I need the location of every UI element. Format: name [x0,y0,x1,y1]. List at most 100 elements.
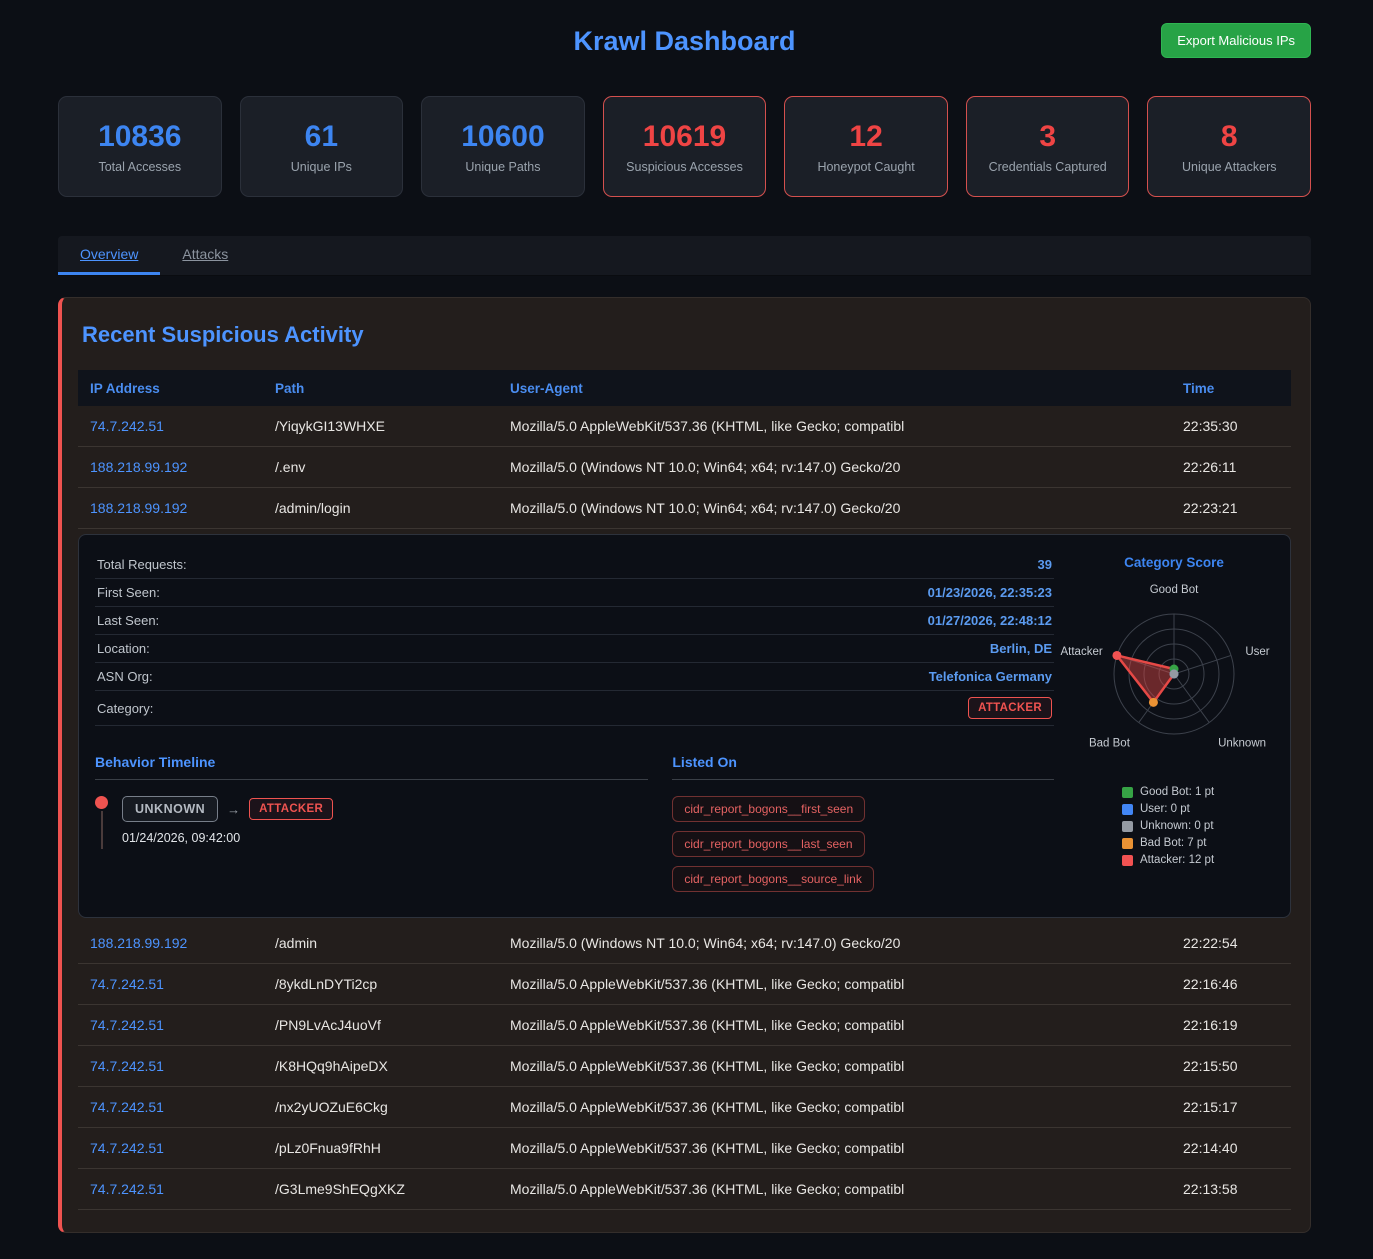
timeline-from-badge: UNKNOWN [122,796,218,822]
row-time: 22:23:21 [1171,500,1291,516]
blocklist-badge[interactable]: cidr_report_bogons__source_link [672,866,873,892]
stat-card: 10619 Suspicious Accesses [603,96,767,197]
ip-link[interactable]: 188.218.99.192 [90,500,187,516]
legend-swatch-icon [1122,838,1133,849]
row-user-agent: Mozilla/5.0 AppleWebKit/537.36 (KHTML, l… [498,418,1171,434]
row-path: /K8HQq9hAipeDX [263,1058,498,1074]
field-label: Last Seen: [97,613,159,628]
listed-on-title: Listed On [672,754,1054,780]
category-score-chart: Category Score Good BotUserUnknownBad Bo… [1074,551,1274,901]
stat-value: 12 [849,120,882,154]
page: Krawl Dashboard Export Malicious IPs 108… [58,0,1311,1233]
stat-label: Suspicious Accesses [626,160,743,174]
row-time: 22:16:19 [1171,1017,1291,1033]
row-time: 22:22:54 [1171,935,1291,951]
stat-value: 10600 [461,120,544,154]
stat-label: Unique IPs [291,160,352,174]
stat-label: Honeypot Caught [817,160,914,174]
legend-item: Unknown: 0 pt [1122,820,1274,832]
stat-card: 3 Credentials Captured [966,96,1130,197]
ip-link[interactable]: 188.218.99.192 [90,935,187,951]
table-row[interactable]: 74.7.242.51 /K8HQq9hAipeDX Mozilla/5.0 A… [78,1046,1291,1087]
stat-value: 10836 [98,120,181,154]
col-header-ua: User-Agent [498,381,1171,396]
stat-card: 8 Unique Attackers [1147,96,1311,197]
timeline-timestamp: 01/24/2026, 09:42:00 [122,831,333,845]
field-value: Telefonica Germany [929,669,1052,684]
stat-value: 3 [1039,120,1056,154]
ip-link[interactable]: 74.7.242.51 [90,1099,164,1115]
table-header: IP Address Path User-Agent Time [78,370,1291,406]
detail-field-row: ASN Org: Telefonica Germany [95,663,1054,691]
legend-label: Bad Bot: 7 pt [1140,837,1207,849]
legend-item: User: 0 pt [1122,803,1274,815]
stat-card: 10836 Total Accesses [58,96,222,197]
table-row[interactable]: 74.7.242.51 /nx2yUOZuE6Ckg Mozilla/5.0 A… [78,1087,1291,1128]
row-path: /8ykdLnDYTi2cp [263,976,498,992]
detail-left: Total Requests: 39 First Seen: 01/23/202… [95,551,1054,901]
table-row[interactable]: 188.218.99.192 /admin/login Mozilla/5.0 … [78,488,1291,529]
timeline-to-badge: ATTACKER [249,798,333,820]
row-path: /.env [263,459,498,475]
table-row[interactable]: 74.7.242.51 /8ykdLnDYTi2cp Mozilla/5.0 A… [78,964,1291,1005]
row-time: 22:15:50 [1171,1058,1291,1074]
stat-value: 8 [1221,120,1238,154]
suspicious-activity-panel: Recent Suspicious Activity IP Address Pa… [58,297,1311,1233]
table-row[interactable]: 188.218.99.192 /admin Mozilla/5.0 (Windo… [78,923,1291,964]
stat-card: 10600 Unique Paths [421,96,585,197]
row-user-agent: Mozilla/5.0 (Windows NT 10.0; Win64; x64… [498,500,1171,516]
legend-item: Attacker: 12 pt [1122,854,1274,866]
legend-label: Unknown: 0 pt [1140,820,1214,832]
table-row[interactable]: 188.218.99.192 /.env Mozilla/5.0 (Window… [78,447,1291,488]
table-row[interactable]: 74.7.242.51 /G3Lme9ShEQgXKZ Mozilla/5.0 … [78,1169,1291,1210]
row-user-agent: Mozilla/5.0 AppleWebKit/537.36 (KHTML, l… [498,1181,1171,1197]
chart-title: Category Score [1074,555,1274,570]
export-malicious-ips-button[interactable]: Export Malicious IPs [1161,23,1311,58]
timeline-content: UNKNOWN → ATTACKER 01/24/2026, 09:42:00 [122,796,333,849]
svg-text:Bad Bot: Bad Bot [1089,738,1131,750]
table-rows-bottom: 188.218.99.192 /admin Mozilla/5.0 (Windo… [78,923,1291,1210]
table-row[interactable]: 74.7.242.51 /PN9LvAcJ4uoVf Mozilla/5.0 A… [78,1005,1291,1046]
ip-link[interactable]: 74.7.242.51 [90,1140,164,1156]
col-header-path: Path [263,381,498,396]
ip-link[interactable]: 74.7.242.51 [90,418,164,434]
listed-on-badges: cidr_report_bogons__first_seen cidr_repo… [672,796,1054,901]
row-path: /YiqykGI13WHXE [263,418,498,434]
detail-fields: Total Requests: 39 First Seen: 01/23/202… [95,551,1054,691]
stat-label: Unique Paths [465,160,540,174]
row-path: /admin/login [263,500,498,516]
ip-link[interactable]: 74.7.242.51 [90,1181,164,1197]
stat-card: 12 Honeypot Caught [784,96,948,197]
ip-link[interactable]: 74.7.242.51 [90,1058,164,1074]
table-row[interactable]: 74.7.242.51 /YiqykGI13WHXE Mozilla/5.0 A… [78,406,1291,447]
blocklist-badge[interactable]: cidr_report_bogons__last_seen [672,831,864,857]
detail-category-row: Category: ATTACKER [95,691,1054,726]
row-user-agent: Mozilla/5.0 (Windows NT 10.0; Win64; x64… [498,935,1171,951]
stat-label: Total Accesses [98,160,181,174]
svg-text:User: User [1245,646,1269,658]
legend-label: Good Bot: 1 pt [1140,786,1214,798]
field-label: Total Requests: [97,557,187,572]
category-attacker-badge: ATTACKER [968,697,1052,719]
ip-link[interactable]: 74.7.242.51 [90,976,164,992]
legend-swatch-icon [1122,787,1133,798]
ip-link[interactable]: 188.218.99.192 [90,459,187,475]
blocklist-badge[interactable]: cidr_report_bogons__first_seen [672,796,865,822]
legend-swatch-icon [1122,804,1133,815]
row-time: 22:14:40 [1171,1140,1291,1156]
stat-value: 10619 [643,120,726,154]
row-time: 22:26:11 [1171,459,1291,475]
tab-attacks[interactable]: Attacks [160,236,250,275]
col-header-time: Time [1171,381,1291,396]
tab-overview[interactable]: Overview [58,236,160,275]
timeline-line [101,811,103,849]
detail-field-row: Total Requests: 39 [95,551,1054,579]
row-path: /PN9LvAcJ4uoVf [263,1017,498,1033]
detail-field-row: Last Seen: 01/27/2026, 22:48:12 [95,607,1054,635]
field-value: 01/27/2026, 22:48:12 [928,613,1052,628]
table-row[interactable]: 74.7.242.51 /pLz0Fnua9fRhH Mozilla/5.0 A… [78,1128,1291,1169]
svg-text:Attacker: Attacker [1060,646,1102,658]
row-user-agent: Mozilla/5.0 AppleWebKit/537.36 (KHTML, l… [498,1140,1171,1156]
ip-link[interactable]: 74.7.242.51 [90,1017,164,1033]
field-label: ASN Org: [97,669,153,684]
